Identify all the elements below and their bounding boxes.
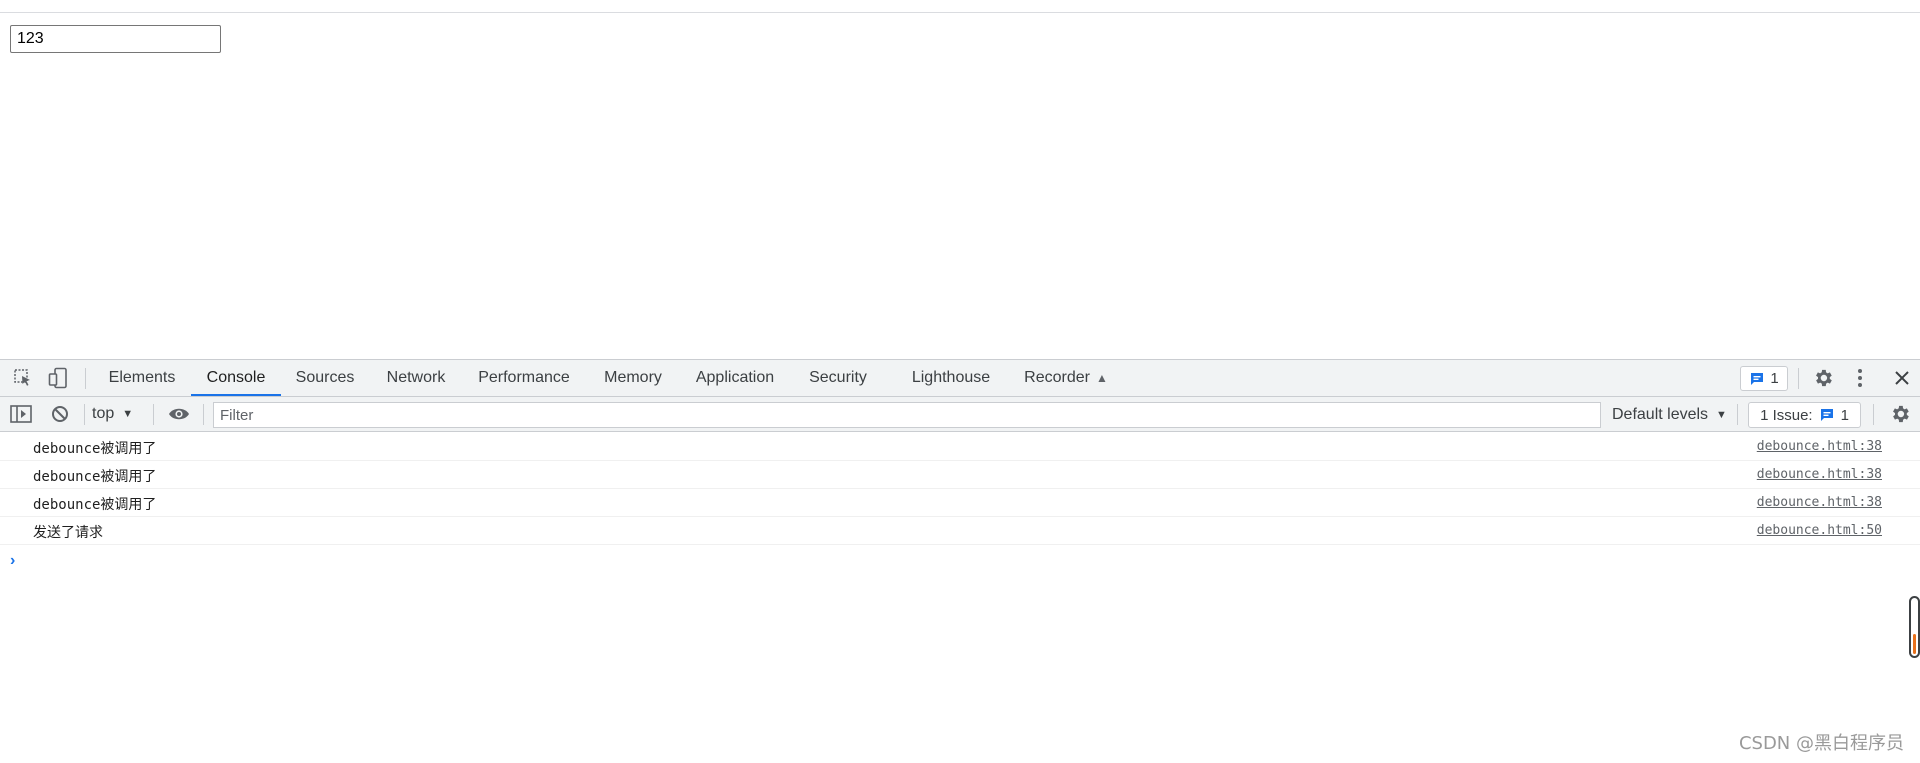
issues-label: 1 Issue:: [1760, 406, 1813, 424]
sidebar-toggle-icon[interactable]: [8, 402, 34, 426]
text-input[interactable]: [10, 25, 221, 53]
console-message-text: debounce被调用了: [33, 441, 157, 457]
tab-console[interactable]: Console: [191, 360, 281, 396]
page-viewport: [0, 0, 1920, 359]
context-selector[interactable]: top ▼: [92, 402, 133, 426]
scroll-indicator[interactable]: [1909, 596, 1920, 658]
close-icon[interactable]: [1889, 366, 1915, 390]
tabbar-separator: [1798, 368, 1799, 389]
tab-sources[interactable]: Sources: [288, 360, 362, 396]
devtools-panel: Elements Console Sources Network Perform…: [0, 359, 1920, 762]
console-message: 发送了请求 debounce.html:50: [0, 517, 1920, 545]
clear-console-icon[interactable]: [47, 402, 73, 426]
experiment-flask-icon: ▲: [1095, 371, 1108, 385]
console-output: debounce被调用了 debounce.html:38 debounce被调…: [0, 433, 1920, 763]
watermark: CSDN @黑白程序员: [1738, 733, 1904, 754]
toolbar-separator: [203, 404, 204, 425]
tab-recorder-label: Recorder: [1024, 369, 1090, 387]
source-link[interactable]: debounce.html:50: [1757, 523, 1882, 538]
settings-gear-icon[interactable]: [1810, 366, 1836, 390]
toolbar-separator: [84, 404, 85, 425]
tab-elements[interactable]: Elements: [100, 360, 184, 396]
tab-lighthouse[interactable]: Lighthouse: [902, 360, 1000, 396]
tab-memory[interactable]: Memory: [593, 360, 673, 396]
issues-count: 1: [1840, 406, 1849, 424]
devtools-tabbar: Elements Console Sources Network Perform…: [0, 360, 1920, 397]
messages-badge[interactable]: 1: [1740, 366, 1788, 391]
console-settings-gear-icon[interactable]: [1887, 402, 1913, 426]
toolbar-separator: [1873, 404, 1874, 425]
filter-input[interactable]: [213, 402, 1601, 428]
console-message-text: 发送了请求: [33, 525, 103, 541]
tab-network[interactable]: Network: [377, 360, 455, 396]
tab-security[interactable]: Security: [800, 360, 876, 396]
context-label: top: [92, 405, 115, 422]
inspect-element-icon[interactable]: [10, 366, 36, 390]
toolbar-separator: [153, 404, 154, 425]
console-prompt-chevron-icon[interactable]: ›: [10, 552, 15, 570]
console-message: debounce被调用了 debounce.html:38: [0, 489, 1920, 517]
message-icon: [1751, 372, 1764, 385]
log-levels-dropdown[interactable]: Default levels ▼: [1612, 402, 1727, 428]
source-link[interactable]: debounce.html:38: [1757, 495, 1882, 510]
console-toolbar: top ▼ Default levels ▼ 1 Issue: 1: [0, 397, 1920, 432]
issues-button[interactable]: 1 Issue: 1: [1748, 402, 1861, 428]
more-options-icon[interactable]: [1847, 366, 1873, 390]
tab-application[interactable]: Application: [686, 360, 784, 396]
eye-icon[interactable]: [166, 402, 192, 426]
tab-performance[interactable]: Performance: [470, 360, 578, 396]
tab-recorder[interactable]: Recorder ▲: [1018, 360, 1114, 396]
device-toolbar-icon[interactable]: [45, 366, 71, 390]
source-link[interactable]: debounce.html:38: [1757, 439, 1882, 454]
messages-count: 1: [1770, 370, 1779, 387]
tabbar-separator: [85, 368, 86, 389]
toolbar-separator: [1737, 404, 1738, 425]
console-message: debounce被调用了 debounce.html:38: [0, 461, 1920, 489]
top-divider: [0, 12, 1920, 13]
log-levels-label: Default levels: [1612, 406, 1709, 423]
console-message-text: debounce被调用了: [33, 497, 157, 513]
dropdown-caret-icon: ▼: [122, 408, 134, 420]
dropdown-caret-icon: ▼: [1716, 409, 1727, 421]
console-message: debounce被调用了 debounce.html:38: [0, 433, 1920, 461]
scroll-indicator-fill: [1913, 634, 1916, 654]
console-message-text: debounce被调用了: [33, 469, 157, 485]
message-icon: [1820, 409, 1833, 421]
source-link[interactable]: debounce.html:38: [1757, 467, 1882, 482]
